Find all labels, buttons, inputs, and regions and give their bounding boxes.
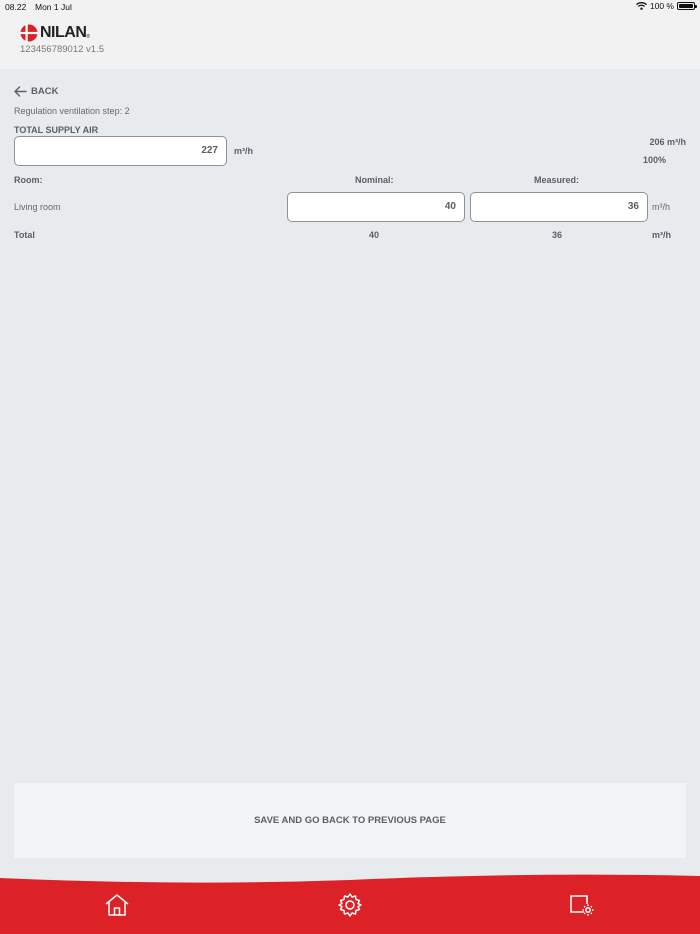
home-icon: [105, 894, 129, 916]
brand-mark: ®: [86, 34, 91, 40]
column-nominal: Nominal:: [355, 175, 394, 185]
nominal-input[interactable]: 40: [287, 192, 465, 222]
column-room: Room:: [14, 175, 43, 185]
home-button[interactable]: [102, 890, 132, 920]
nilan-logo: NILAN ®: [20, 24, 90, 42]
actual-percent: 100%: [643, 155, 667, 165]
danish-flag-icon: [20, 24, 38, 42]
total-supply-air-unit: m³/h: [234, 146, 253, 156]
device-settings-icon: [570, 895, 594, 916]
status-date: Mon 1 Jul: [35, 2, 72, 12]
wifi-icon: [635, 2, 647, 10]
total-supply-air-input[interactable]: 227: [14, 136, 227, 166]
brand-name: NILAN: [40, 24, 87, 41]
back-label: BACK: [31, 86, 59, 97]
total-unit: m³/h: [652, 230, 671, 240]
bottom-nav: [0, 868, 700, 934]
total-nominal: 40: [369, 230, 380, 240]
column-measured: Measured:: [534, 175, 580, 185]
actual-flow: 206 m³/h: [649, 137, 686, 147]
battery-percent: 100 %: [649, 1, 674, 11]
app-header: NILAN ® 123456789012 v1.5: [0, 14, 700, 69]
save-button[interactable]: SAVE AND GO BACK TO PREVIOUS PAGE: [14, 783, 686, 858]
back-button[interactable]: BACK: [14, 86, 58, 97]
measured-input[interactable]: 36: [470, 192, 648, 222]
room-name: Living room: [14, 202, 61, 212]
serial-version: 123456789012 v1.5: [20, 44, 104, 55]
arrow-left-icon: [14, 86, 27, 97]
status-indicators: 100 %: [635, 1, 697, 11]
device-settings-button[interactable]: [567, 890, 597, 920]
status-bar: 08.22 Mon 1 Jul 100 %: [0, 0, 700, 14]
total-label: Total: [14, 230, 35, 240]
status-time: 08.22: [5, 2, 27, 12]
save-label: SAVE AND GO BACK TO PREVIOUS PAGE: [254, 815, 446, 826]
section-title: TOTAL SUPPLY AIR: [14, 125, 99, 135]
regulation-step: Regulation ventilation step: 2: [14, 106, 130, 116]
gear-icon: [338, 893, 362, 917]
row-unit: m³/h: [652, 202, 670, 212]
total-measured: 36: [552, 230, 563, 240]
battery-level: [679, 4, 693, 8]
settings-button[interactable]: [335, 890, 365, 920]
battery-icon: [677, 2, 697, 10]
